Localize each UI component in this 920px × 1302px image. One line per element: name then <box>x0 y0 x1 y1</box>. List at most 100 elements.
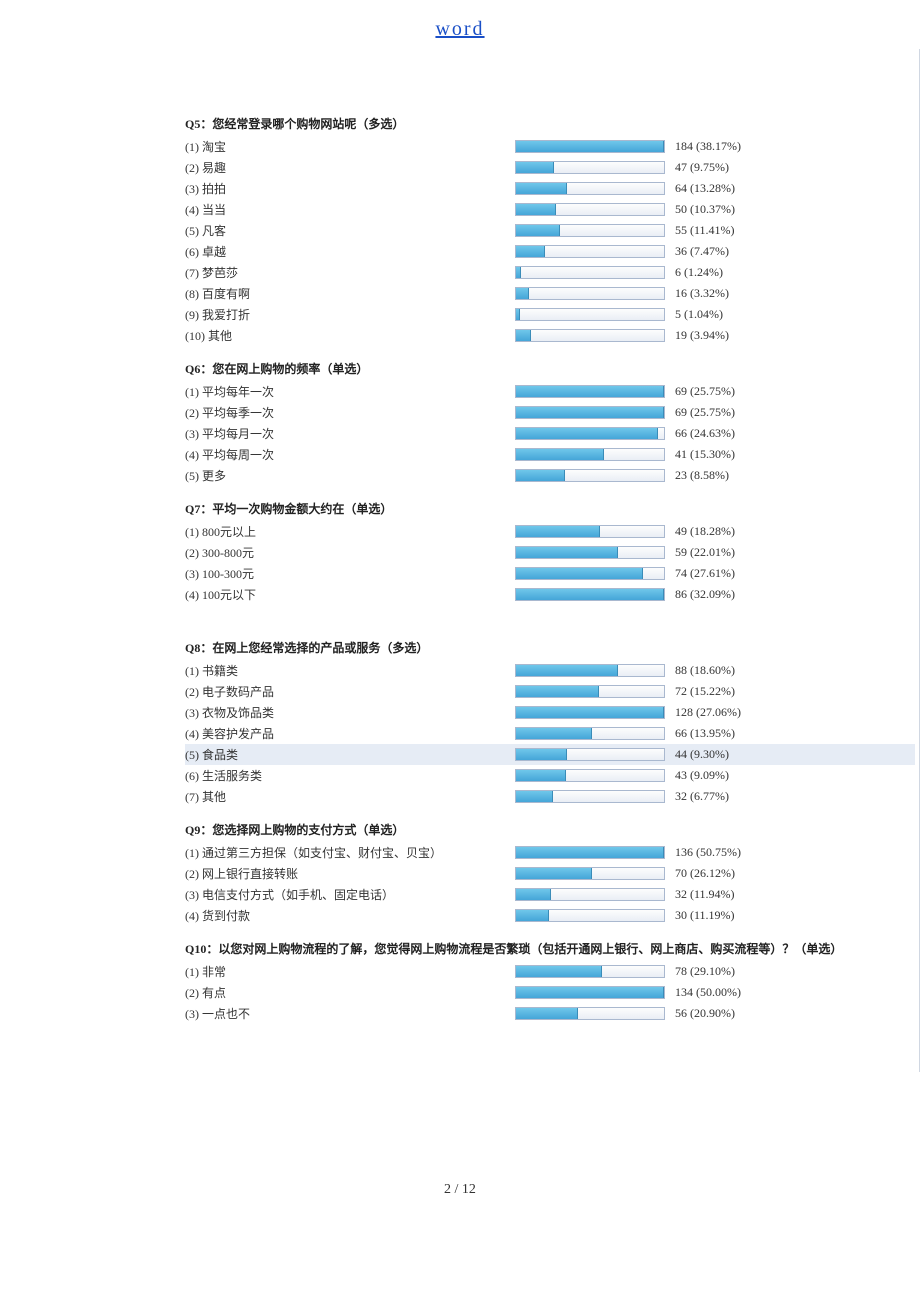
bar-fill <box>516 547 618 558</box>
option-value: 32 (6.77%) <box>675 789 735 804</box>
option-label: (6) 卓越 <box>185 243 515 260</box>
question-block: Q8：在网上您经常选择的产品或服务（多选）(1) 书籍类88 (18.60%)(… <box>185 633 915 807</box>
option-row: (1) 800元以上 49 (18.28%) <box>185 521 915 542</box>
option-value: 47 (9.75%) <box>675 160 735 175</box>
bar-track <box>515 525 665 538</box>
option-label: (5) 食品类 <box>185 746 515 763</box>
bar-fill <box>516 966 602 977</box>
option-row: (4) 货到付款30 (11.19%) <box>185 905 915 926</box>
bar-fill <box>516 868 592 879</box>
option-label: (4) 100元以下 <box>185 586 515 603</box>
option-value: 70 (26.12%) <box>675 866 735 881</box>
option-row: (3) 拍拍64 (13.28%) <box>185 178 915 199</box>
option-label: (1) 淘宝 <box>185 138 515 155</box>
option-value: 78 (29.10%) <box>675 964 735 979</box>
bar-track <box>515 588 665 601</box>
bar-track <box>515 427 665 440</box>
bar-track <box>515 469 665 482</box>
option-label: (9) 我爱打折 <box>185 306 515 323</box>
option-row: (3) 电信支付方式（如手机、固定电话）32 (11.94%) <box>185 884 915 905</box>
bar-fill <box>516 770 566 781</box>
page-number: 2 / 12 <box>444 1182 476 1197</box>
option-row: (4) 100元以下 86 (32.09%) <box>185 584 915 605</box>
option-value: 88 (18.60%) <box>675 663 735 678</box>
option-value: 69 (25.75%) <box>675 405 735 420</box>
option-value: 16 (3.32%) <box>675 286 735 301</box>
option-label: (3) 拍拍 <box>185 180 515 197</box>
option-row: (5) 食品类 44 (9.30%) <box>185 744 915 765</box>
bar-fill <box>516 204 556 215</box>
option-row: (9) 我爱打折 5 (1.04%) <box>185 304 915 325</box>
option-value: 134 (50.00%) <box>675 985 741 1000</box>
question-block: Q6：您在网上购物的频率（单选）(1) 平均每年一次69 (25.75%)(2)… <box>185 354 915 486</box>
option-label: (3) 电信支付方式（如手机、固定电话） <box>185 886 515 903</box>
bar-fill <box>516 288 529 299</box>
option-label: (1) 800元以上 <box>185 523 515 540</box>
option-row: (2) 电子数码产品 72 (15.22%) <box>185 681 915 702</box>
option-label: (5) 凡客 <box>185 222 515 239</box>
option-label: (4) 当当 <box>185 201 515 218</box>
option-value: 49 (18.28%) <box>675 524 735 539</box>
option-label: (1) 书籍类 <box>185 662 515 679</box>
option-value: 136 (50.75%) <box>675 845 741 860</box>
option-value: 50 (10.37%) <box>675 202 735 217</box>
option-row: (2) 平均每季一次 69 (25.75%) <box>185 402 915 423</box>
option-row: (2) 300-800元59 (22.01%) <box>185 542 915 563</box>
question-block: Q9：您选择网上购物的支付方式（单选）(1) 通过第三方担保（如支付宝、财付宝、… <box>185 815 915 926</box>
option-row: (1) 通过第三方担保（如支付宝、财付宝、贝宝）136 (50.75%) <box>185 842 915 863</box>
bar-fill <box>516 665 618 676</box>
option-row: (7) 其他32 (6.77%) <box>185 786 915 807</box>
option-label: (1) 平均每年一次 <box>185 383 515 400</box>
bar-fill <box>516 225 560 236</box>
option-value: 19 (3.94%) <box>675 328 735 343</box>
bar-track <box>515 567 665 580</box>
option-value: 41 (15.30%) <box>675 447 735 462</box>
bar-track <box>515 909 665 922</box>
option-row: (6) 卓越36 (7.47%) <box>185 241 915 262</box>
bar-track <box>515 182 665 195</box>
option-row: (10) 其他 19 (3.94%) <box>185 325 915 346</box>
option-label: (10) 其他 <box>185 327 515 344</box>
bar-track <box>515 727 665 740</box>
option-row: (1) 非常78 (29.10%) <box>185 961 915 982</box>
option-row: (3) 一点也不56 (20.90%) <box>185 1003 915 1024</box>
option-value: 5 (1.04%) <box>675 307 735 322</box>
option-label: (2) 平均每季一次 <box>185 404 515 421</box>
bar-track <box>515 385 665 398</box>
bar-track <box>515 203 665 216</box>
bar-fill <box>516 141 664 152</box>
option-label: (8) 百度有啊 <box>185 285 515 302</box>
bar-track <box>515 846 665 859</box>
bar-fill <box>516 183 567 194</box>
bar-track <box>515 224 665 237</box>
option-label: (2) 电子数码产品 <box>185 683 515 700</box>
bar-track <box>515 329 665 342</box>
option-row: (5) 凡客55 (11.41%) <box>185 220 915 241</box>
option-value: 66 (24.63%) <box>675 426 735 441</box>
option-value: 72 (15.22%) <box>675 684 735 699</box>
bar-fill <box>516 309 520 320</box>
option-label: (2) 网上银行直接转账 <box>185 865 515 882</box>
option-row: (1) 淘宝184 (38.17%) <box>185 136 915 157</box>
question-block: Q7：平均一次购物金额大约在（单选）(1) 800元以上49 (18.28%)(… <box>185 494 915 605</box>
bar-fill <box>516 1008 578 1019</box>
option-row: (4) 平均每周一次41 (15.30%) <box>185 444 915 465</box>
bar-track <box>515 986 665 999</box>
bar-fill <box>516 267 521 278</box>
bar-track <box>515 965 665 978</box>
option-value: 86 (32.09%) <box>675 587 735 602</box>
bar-fill <box>516 526 600 537</box>
option-value: 69 (25.75%) <box>675 384 735 399</box>
word-link[interactable]: word <box>435 18 484 40</box>
option-row: (8) 百度有啊 16 (3.32%) <box>185 283 915 304</box>
bar-fill <box>516 791 553 802</box>
bar-track <box>515 406 665 419</box>
question-title: Q9：您选择网上购物的支付方式（单选） <box>185 815 915 842</box>
bar-fill <box>516 428 658 439</box>
bar-track <box>515 769 665 782</box>
option-value: 44 (9.30%) <box>675 747 735 762</box>
bar-fill <box>516 987 664 998</box>
option-row: (1) 平均每年一次 69 (25.75%) <box>185 381 915 402</box>
bar-track <box>515 287 665 300</box>
option-row: (3) 衣物及饰品类128 (27.06%) <box>185 702 915 723</box>
